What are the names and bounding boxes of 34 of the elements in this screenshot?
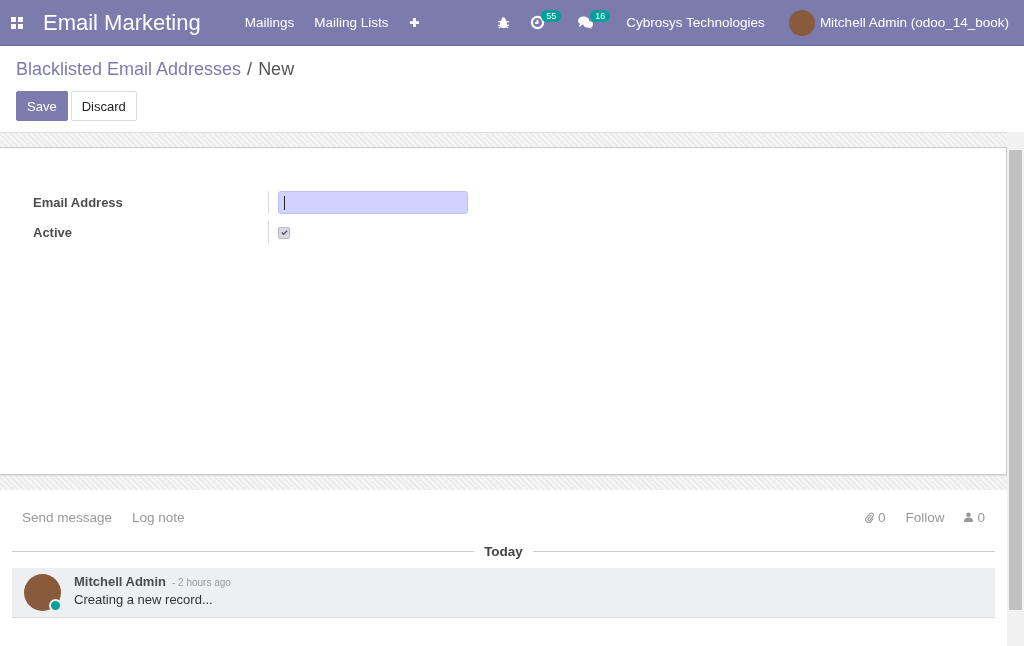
paperclip-icon[interactable] — [864, 511, 874, 523]
date-divider-label: Today — [484, 543, 523, 559]
discard-button[interactable]: Discard — [70, 91, 137, 121]
breadcrumb-link[interactable]: Blacklisted Email Addresses — [16, 59, 242, 80]
message-count-badge: 16 — [590, 10, 611, 22]
field-label: Email Address — [33, 195, 124, 210]
clock-icon[interactable] — [530, 15, 546, 30]
send-message-link[interactable]: Send message — [22, 509, 113, 525]
breadcrumb-current: New — [258, 59, 295, 80]
user-menu[interactable]: Mitchell Admin (odoo_14_book) — [819, 15, 1009, 30]
author-avatar — [24, 574, 61, 611]
follow-link[interactable]: Follow — [905, 509, 945, 525]
bug-icon[interactable] — [497, 16, 511, 29]
company-switcher[interactable]: Cybrosys Technologies — [626, 15, 765, 30]
field-label: Active — [33, 225, 74, 240]
apps-menu-icon[interactable] — [11, 16, 23, 29]
save-button[interactable]: Save — [16, 91, 68, 121]
message-time: - 2 hours ago — [171, 577, 231, 588]
scrollbar[interactable] — [1007, 132, 1024, 646]
chat-icon[interactable] — [577, 15, 595, 30]
email-input-field[interactable] — [278, 191, 468, 214]
follower-count[interactable]: 0 — [977, 509, 985, 525]
message-body: Creating a new record... — [74, 592, 214, 607]
log-note-link[interactable]: Log note — [132, 509, 185, 525]
message-author: Mitchell Admin — [74, 574, 166, 589]
app-title[interactable]: Email Marketing — [43, 9, 201, 36]
menu-item[interactable]: Mailing Lists — [314, 15, 389, 30]
plus-icon[interactable] — [408, 17, 420, 28]
attachment-count[interactable]: 0 — [877, 509, 886, 525]
menu-item[interactable]: Mailings — [244, 15, 295, 30]
active-checkbox[interactable] — [278, 226, 290, 239]
activity-count-badge: 55 — [541, 10, 562, 22]
person-icon[interactable] — [964, 512, 974, 522]
breadcrumb-separator: / — [247, 59, 253, 80]
